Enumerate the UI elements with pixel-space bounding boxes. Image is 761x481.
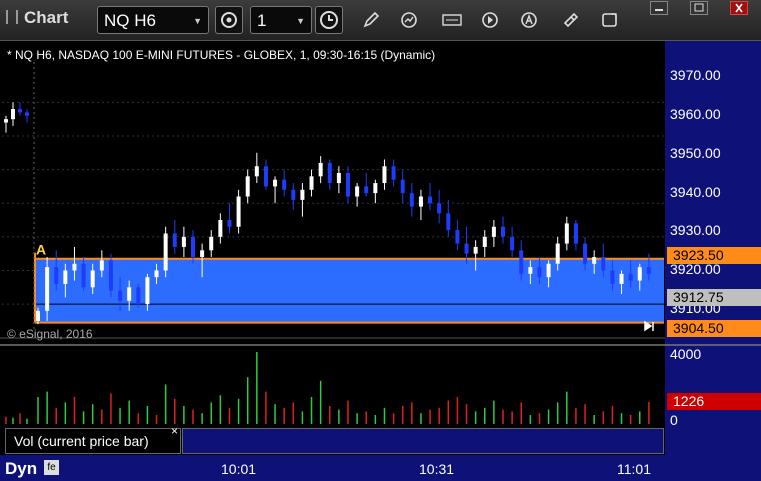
dynamic-label[interactable]: Dyn bbox=[5, 459, 37, 479]
candle-body bbox=[564, 223, 569, 244]
candle-body bbox=[318, 162, 323, 177]
range-marker-label: A bbox=[36, 242, 46, 258]
candle-body bbox=[610, 270, 615, 284]
candle-body bbox=[4, 119, 8, 123]
volume-tick: 0 bbox=[670, 412, 678, 428]
candle-body bbox=[346, 172, 350, 197]
candle-body bbox=[172, 233, 177, 247]
candle-body bbox=[218, 220, 223, 237]
candle-body bbox=[181, 236, 186, 247]
copyright-label: © eSignal, 2016 bbox=[7, 327, 93, 341]
candle-body bbox=[455, 230, 460, 244]
candle-body bbox=[245, 176, 250, 197]
candle-body bbox=[136, 287, 141, 305]
volume-study-bar bbox=[182, 428, 664, 454]
candle-body bbox=[446, 213, 451, 231]
price-chart[interactable]: A bbox=[0, 0, 761, 455]
candle-body bbox=[291, 189, 296, 200]
candle-body bbox=[428, 196, 433, 204]
candle-body bbox=[300, 189, 305, 200]
current-price-tag: 3912.75 bbox=[667, 289, 761, 306]
candle-body bbox=[127, 287, 132, 301]
candle-body bbox=[209, 236, 214, 251]
price-tick: 3940.00 bbox=[670, 184, 721, 200]
candle-body bbox=[418, 196, 423, 207]
range-low-tag: 3904.50 bbox=[667, 320, 761, 337]
candle-body bbox=[72, 263, 77, 271]
close-study-icon[interactable]: × bbox=[171, 424, 178, 438]
price-tick: 3950.00 bbox=[670, 145, 721, 161]
candle-body bbox=[501, 226, 505, 237]
range-high-tag: 3923.50 bbox=[667, 247, 761, 264]
candle-body bbox=[528, 267, 533, 274]
candle-body bbox=[236, 196, 241, 227]
candle-body bbox=[327, 162, 332, 184]
candle-body bbox=[263, 166, 268, 187]
candle-body bbox=[437, 203, 442, 214]
candle-body bbox=[45, 267, 50, 311]
time-tick: 10:01 bbox=[221, 461, 257, 477]
volume-tag: 1226 bbox=[667, 393, 761, 410]
candle-body bbox=[273, 179, 278, 187]
candle-body bbox=[555, 243, 560, 264]
candle-body bbox=[254, 166, 259, 177]
candle-body bbox=[191, 236, 195, 258]
candle-body bbox=[355, 186, 360, 197]
candle-body bbox=[309, 176, 314, 190]
candle-body bbox=[601, 257, 606, 271]
candle-body bbox=[18, 109, 22, 113]
chart-caption: * NQ H6, NASDAQ 100 E-MINI FUTURES - GLO… bbox=[7, 48, 436, 62]
candle-body bbox=[510, 236, 515, 251]
candle-body bbox=[154, 270, 159, 278]
candle-body bbox=[364, 186, 369, 194]
candle-body bbox=[81, 263, 86, 288]
volume-study-label[interactable]: Vol (current price bar) bbox=[5, 428, 181, 454]
candle-body bbox=[108, 260, 113, 291]
candle-body bbox=[583, 243, 588, 264]
candle-body bbox=[25, 112, 29, 116]
candle-body bbox=[519, 250, 524, 274]
candle-body bbox=[382, 166, 387, 184]
price-tick: 3960.00 bbox=[670, 106, 721, 122]
candle-body bbox=[619, 273, 624, 284]
candle-body bbox=[537, 267, 542, 278]
candle-body bbox=[11, 109, 15, 120]
settings-toggle-icon[interactable]: fe bbox=[44, 460, 59, 475]
candle-body bbox=[473, 246, 478, 254]
candle-body bbox=[200, 250, 205, 258]
candle-body bbox=[464, 243, 469, 254]
candle-body bbox=[373, 183, 378, 194]
time-tick: 10:31 bbox=[419, 461, 455, 477]
candle-body bbox=[592, 257, 597, 264]
price-tick: 3970.00 bbox=[670, 67, 721, 83]
candle-body bbox=[282, 179, 287, 190]
volume-tick: 4000 bbox=[670, 346, 702, 362]
candle-body bbox=[391, 166, 396, 180]
price-tick: 3930.00 bbox=[670, 222, 721, 238]
candle-body bbox=[99, 260, 104, 271]
candle-body bbox=[637, 267, 642, 281]
candle-body bbox=[145, 277, 150, 305]
candle-body bbox=[63, 270, 68, 284]
candle-body bbox=[491, 226, 496, 237]
candle-body bbox=[646, 267, 651, 274]
candle-body bbox=[118, 290, 123, 301]
candle-body bbox=[628, 273, 633, 281]
candle-body bbox=[573, 223, 578, 244]
candle-body bbox=[409, 193, 414, 207]
time-tick: 11:01 bbox=[617, 461, 651, 477]
candle-body bbox=[163, 233, 168, 271]
candle-body bbox=[54, 267, 59, 284]
candle-body bbox=[336, 172, 341, 184]
candle-body bbox=[482, 236, 487, 247]
candle-body bbox=[90, 270, 95, 288]
candle-body bbox=[36, 310, 40, 321]
candle-body bbox=[546, 263, 551, 278]
candle-body bbox=[400, 179, 405, 194]
candle-body bbox=[227, 220, 232, 227]
